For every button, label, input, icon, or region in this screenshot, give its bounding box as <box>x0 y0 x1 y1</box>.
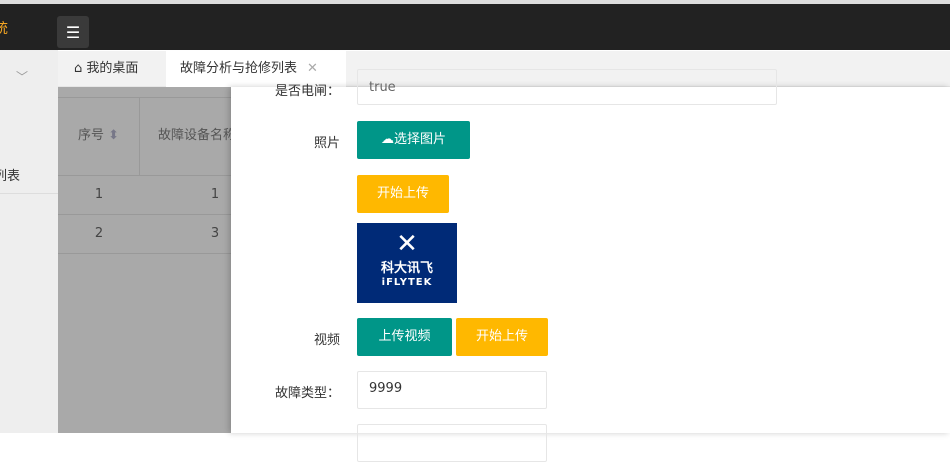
home-icon: ⌂ <box>74 61 83 76</box>
sidebar: ﹀ 列表 <box>0 50 58 433</box>
data-table: 序号 ⬍ 故障设备名称 1 1 2 3 <box>58 87 260 433</box>
edit-drawer: 是否电闸： true 照片 ☁选择图片 开始上传 ✕ 科大讯飞 iFLYTEK … <box>231 69 950 462</box>
upload-video-button[interactable]: 上传视频 <box>357 318 452 356</box>
tab-label: 故障分析与抢修列表 <box>180 61 298 76</box>
next-input[interactable] <box>357 424 547 462</box>
switch-label: 是否电闸： <box>274 84 340 99</box>
divider <box>58 214 231 215</box>
top-header: 统 ☰ <box>0 4 950 50</box>
table-cell: 1 <box>94 187 104 202</box>
start-upload-video-button[interactable]: 开始上传 <box>456 318 548 356</box>
iflytek-logo-icon: ✕ <box>396 229 418 259</box>
table-cell: 2 <box>94 226 104 241</box>
chevron-down-icon[interactable]: ﹀ <box>16 68 28 85</box>
tab-home[interactable]: ⌂ 我的桌面 <box>74 51 138 87</box>
divider <box>58 175 231 176</box>
divider <box>0 193 58 194</box>
uploaded-image-preview: ✕ 科大讯飞 iFLYTEK <box>357 223 457 303</box>
cloud-upload-icon: ☁ <box>380 132 394 147</box>
choose-image-button[interactable]: ☁选择图片 <box>357 121 470 159</box>
menu-toggle-button[interactable]: ☰ <box>57 16 89 48</box>
tab-label: 我的桌面 <box>86 61 139 76</box>
video-label: 视频 <box>313 333 340 348</box>
column-header-index[interactable]: 序号 ⬍ <box>58 97 140 175</box>
list-icon: ☰ <box>65 22 81 42</box>
start-upload-button[interactable]: 开始上传 <box>357 175 449 213</box>
sort-icon[interactable]: ⬍ <box>108 128 119 143</box>
divider <box>58 253 231 254</box>
fault-type-input[interactable]: 9999 <box>357 371 547 409</box>
fault-type-label: 故障类型： <box>274 386 340 401</box>
sidebar-item-list[interactable]: 列表 <box>0 165 20 184</box>
photo-label: 照片 <box>313 136 340 151</box>
close-icon[interactable]: ✕ <box>307 61 318 76</box>
switch-input[interactable]: true <box>357 69 777 105</box>
app-logo: 统 <box>0 21 8 37</box>
